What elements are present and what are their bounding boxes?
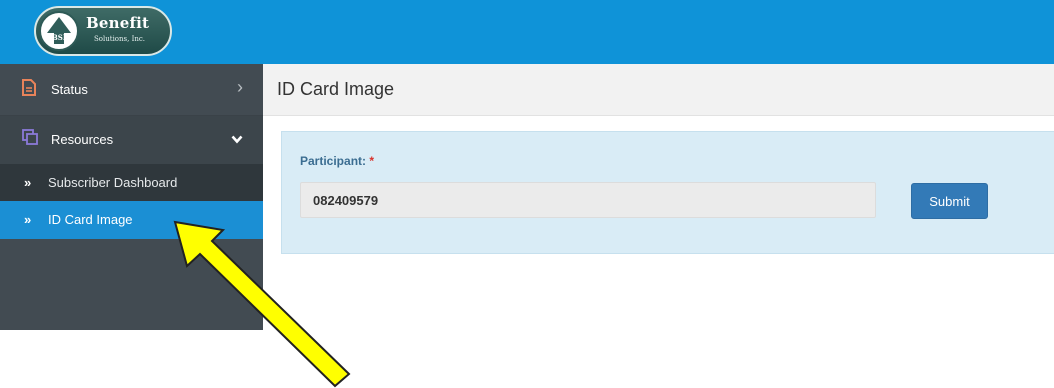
logo-emblem-icon: BSI <box>39 11 79 51</box>
sidebar-subitem-subscriber-dashboard[interactable]: » Subscriber Dashboard <box>0 164 263 201</box>
document-icon <box>22 79 36 99</box>
chevron-right-icon: › <box>237 77 243 97</box>
double-chevron-icon: » <box>24 175 31 190</box>
sidebar-subitem-label: Subscriber Dashboard <box>48 175 178 190</box>
logo-name: Benefit <box>86 14 150 32</box>
top-navbar: BSI Benefit Solutions, Inc. <box>0 0 1054 64</box>
page-title: ID Card Image <box>277 79 395 99</box>
participant-label: Participant: * <box>300 154 374 168</box>
sidebar-item-resources[interactable]: Resources <box>0 116 263 164</box>
sidebar-item-status[interactable]: Status › <box>0 64 263 116</box>
participant-input[interactable] <box>300 182 876 218</box>
sidebar-item-label: Resources <box>51 132 114 147</box>
sidebar-subitem-label: ID Card Image <box>48 212 133 227</box>
double-chevron-icon: » <box>24 212 31 227</box>
chevron-down-icon <box>231 132 243 147</box>
arrow-pointer-icon <box>173 220 351 388</box>
participant-form-panel: Participant: * Submit <box>281 131 1054 254</box>
logo-emblem-text: BSI <box>52 33 66 42</box>
page-header: ID Card Image <box>263 64 1054 116</box>
logo-subtitle: Solutions, Inc. <box>94 35 145 43</box>
submit-button[interactable]: Submit <box>911 183 988 219</box>
company-logo[interactable]: BSI Benefit Solutions, Inc. <box>34 6 172 56</box>
copy-icon <box>22 129 38 148</box>
participant-label-text: Participant: <box>300 154 367 168</box>
required-marker: * <box>369 154 375 168</box>
sidebar-item-label: Status <box>51 82 88 97</box>
